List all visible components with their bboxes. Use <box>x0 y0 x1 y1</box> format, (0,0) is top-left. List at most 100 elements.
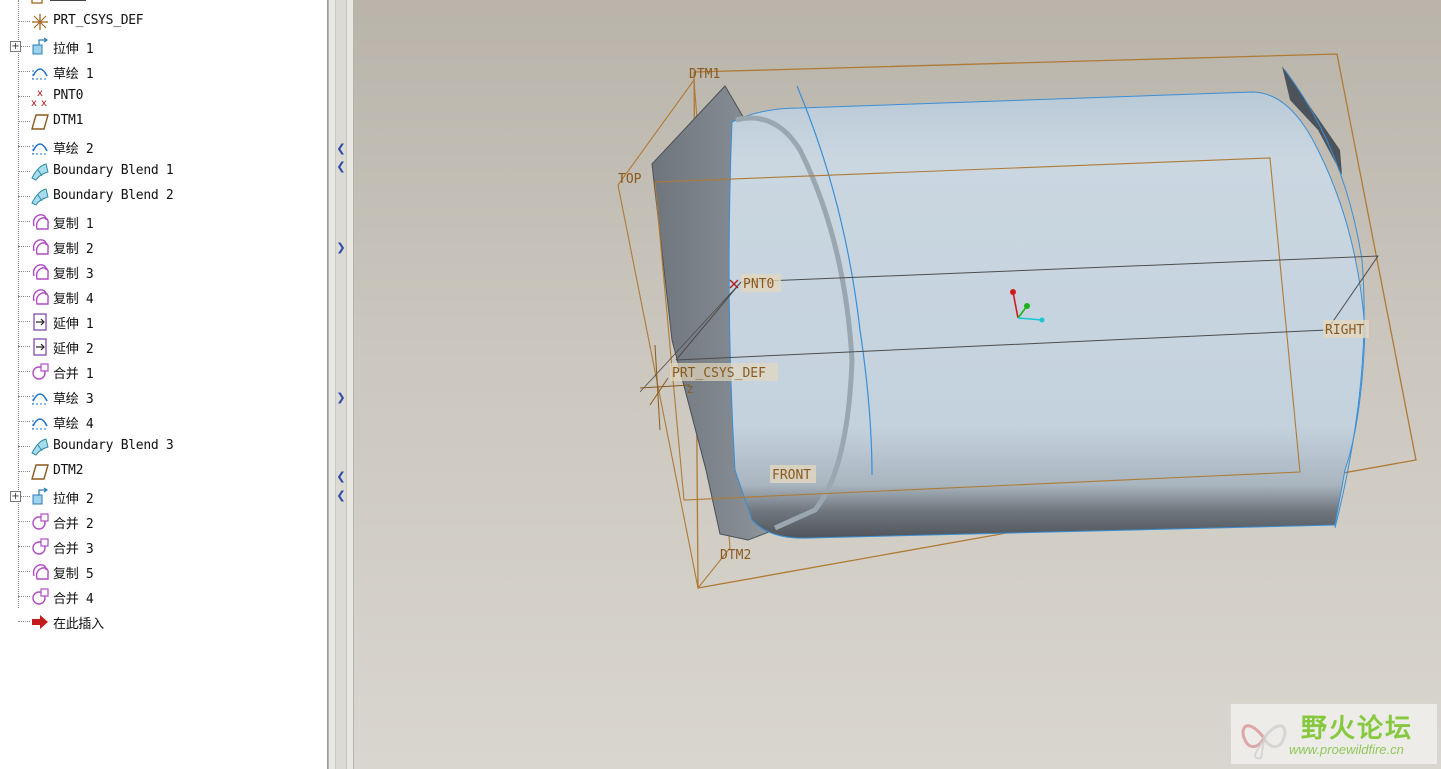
tree-item[interactable]: 草绘 4 <box>0 409 327 434</box>
tree-item[interactable]: PRT_CSYS_DEF <box>0 9 327 34</box>
tree-item-label: 拉伸 2 <box>53 492 94 507</box>
tree-connector <box>18 71 30 72</box>
tree-connector <box>18 421 30 422</box>
boundary-blend-icon <box>30 187 50 207</box>
extend-icon <box>30 337 50 357</box>
tree-item[interactable]: Boundary Blend 3 <box>0 434 327 459</box>
tree-item-partial-top <box>30 0 90 4</box>
tree-connector <box>18 396 30 397</box>
svg-text:x: x <box>37 88 43 99</box>
tree-item[interactable]: 合并 2 <box>0 509 327 534</box>
tree-expand-toggle[interactable]: + <box>10 491 21 502</box>
panel-splitter[interactable]: ❮ ❮ ❯ ❯ ❮ ❮ <box>328 0 354 769</box>
tree-item[interactable]: 延伸 2 <box>0 334 327 359</box>
tree-connector <box>18 171 30 172</box>
splitter-rail[interactable] <box>335 0 347 769</box>
label-dtm1: DTM1 <box>689 67 720 82</box>
collapse-left-arrow-icon[interactable]: ❮ <box>335 160 347 174</box>
tree-connector <box>18 471 30 472</box>
tree-connector <box>18 321 30 322</box>
watermark-url: www.proewildfire.cn <box>1289 742 1404 757</box>
sketch-icon <box>30 137 50 157</box>
tree-connector <box>18 571 30 572</box>
boundary-blend-icon <box>30 437 50 457</box>
expand-right-arrow-icon[interactable]: ❯ <box>335 241 347 255</box>
tree-item[interactable]: Boundary Blend 1 <box>0 159 327 184</box>
tree-item[interactable]: 合并 1 <box>0 359 327 384</box>
tree-item[interactable]: 复制 5 <box>0 559 327 584</box>
tree-item[interactable]: 合并 3 <box>0 534 327 559</box>
merge-icon <box>30 362 50 382</box>
copy-icon <box>30 237 50 257</box>
tree-connector <box>18 446 30 447</box>
extrude-icon <box>30 487 50 507</box>
tree-item[interactable]: 复制 2 <box>0 234 327 259</box>
tree-connector <box>18 621 30 622</box>
collapse-left-arrow-icon[interactable]: ❮ <box>335 489 347 503</box>
tree-item[interactable]: x x x PNT0 <box>0 84 327 109</box>
tree-item-label: 合并 1 <box>53 367 94 382</box>
sketch-icon <box>30 412 50 432</box>
copy-icon <box>30 262 50 282</box>
label-right: RIGHT <box>1325 323 1364 338</box>
tree-item[interactable]: 草绘 2 <box>0 134 327 159</box>
tree-item[interactable]: 草绘 1 <box>0 59 327 84</box>
tree-item-label: Boundary Blend 2 <box>53 188 174 203</box>
tree-connector <box>18 121 30 122</box>
expand-right-arrow-icon[interactable]: ❯ <box>335 391 347 405</box>
tree-item[interactable]: Boundary Blend 2 <box>0 184 327 209</box>
tree-item[interactable]: 合并 4 <box>0 584 327 609</box>
tree-item[interactable]: + 拉伸 2 <box>0 484 327 509</box>
graphics-viewport[interactable]: DTM1 TOP PNT0 RIGHT PRT_CSYS_DEF Z FRONT… <box>354 0 1441 769</box>
tree-item[interactable]: DTM1 <box>0 109 327 134</box>
collapse-left-arrow-icon[interactable]: ❮ <box>335 470 347 484</box>
label-dtm2: DTM2 <box>720 548 751 563</box>
tree-item[interactable]: 复制 1 <box>0 209 327 234</box>
merge-icon <box>30 537 50 557</box>
collapse-left-arrow-icon[interactable]: ❮ <box>335 142 347 156</box>
tree-item-label: 合并 2 <box>53 517 94 532</box>
tree-item[interactable]: 草绘 3 <box>0 384 327 409</box>
label-prt-csys-def: PRT_CSYS_DEF <box>672 366 766 381</box>
label-pnt0: PNT0 <box>743 277 774 292</box>
tree-item-label: 拉伸 1 <box>53 42 94 57</box>
tree-item-label: PNT0 <box>53 88 84 103</box>
tree-item[interactable]: DTM2 <box>0 459 327 484</box>
tree-item[interactable]: 在此插入 <box>0 609 327 634</box>
tree-item-label: 复制 1 <box>53 217 94 232</box>
extend-icon <box>30 312 50 332</box>
tree-item-label: Boundary Blend 3 <box>53 438 174 453</box>
tree-item[interactable]: 复制 3 <box>0 259 327 284</box>
tree-item-label: 草绘 1 <box>53 67 94 82</box>
model-tree-panel[interactable]: PRT_CSYS_DEF + 拉伸 1 草绘 1 x x x PNT0 DTM1 草绘 2 Boun… <box>0 0 328 769</box>
tree-connector <box>18 96 30 97</box>
tree-item-label: 在此插入 <box>53 617 104 632</box>
tree-connector <box>18 296 30 297</box>
tree-item[interactable]: 复制 4 <box>0 284 327 309</box>
tree-item[interactable]: + 拉伸 1 <box>0 34 327 59</box>
sketch-icon <box>30 62 50 82</box>
svg-text:x: x <box>41 98 47 107</box>
tree-connector <box>18 221 30 222</box>
tree-expand-toggle[interactable]: + <box>10 41 21 52</box>
butterfly-logo-icon <box>1241 724 1287 760</box>
tree-item-label: 延伸 1 <box>53 317 94 332</box>
tree-item-label: 延伸 2 <box>53 342 94 357</box>
tree-item-label: 合并 4 <box>53 592 94 607</box>
tree-item-label: PRT_CSYS_DEF <box>53 13 144 28</box>
tree-connector <box>18 271 30 272</box>
copy-icon <box>30 212 50 232</box>
datum-plane-icon <box>30 112 50 132</box>
csys-icon <box>30 12 50 32</box>
tree-item-label: 草绘 2 <box>53 142 94 157</box>
tree-item-label: 合并 3 <box>53 542 94 557</box>
label-top: TOP <box>618 172 642 187</box>
tree-item-label: 复制 5 <box>53 567 94 582</box>
model-canvas[interactable]: DTM1 TOP PNT0 RIGHT PRT_CSYS_DEF Z FRONT… <box>354 0 1441 769</box>
tree-connector <box>18 21 30 22</box>
datum-point-icon: xxx <box>30 87 50 109</box>
sketch-icon <box>30 387 50 407</box>
tree-item-label: 复制 2 <box>53 242 94 257</box>
tree-item-label: 草绘 3 <box>53 392 94 407</box>
tree-item[interactable]: 延伸 1 <box>0 309 327 334</box>
